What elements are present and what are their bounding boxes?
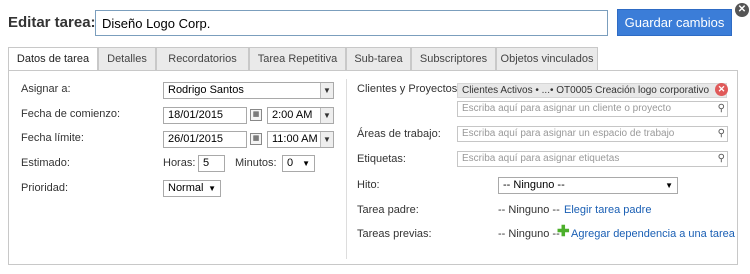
search-icon: ⚲: [717, 103, 725, 114]
client-project-placeholder: Escriba aquí para asignar un cliente o p…: [462, 103, 672, 114]
save-changes-button[interactable]: Guardar cambios: [617, 9, 732, 36]
start-time-value: 2:00 AM: [272, 109, 313, 121]
tab-detalles[interactable]: Detalles: [98, 47, 156, 71]
estimate-label: Estimado:: [21, 157, 70, 169]
tab-recordatorios[interactable]: Recordatorios: [156, 47, 249, 71]
milestone-label: Hito:: [357, 179, 380, 191]
add-icon[interactable]: ✚: [557, 224, 570, 239]
milestone-value: -- Ninguno --: [503, 179, 565, 191]
priority-select[interactable]: Normal ▼: [163, 180, 221, 197]
minutes-label: Minutos:: [235, 157, 277, 169]
client-project-search-input[interactable]: Escriba aquí para asignar un cliente o p…: [457, 101, 728, 117]
work-area-search-input[interactable]: Escriba aquí para asignar un espacio de …: [457, 126, 728, 142]
start-date-input[interactable]: 18/01/2015: [163, 107, 247, 124]
due-time-value: 11:00 AM: [272, 133, 318, 145]
parent-task-label: Tarea padre:: [357, 204, 419, 216]
calendar-icon[interactable]: ▦: [250, 109, 262, 121]
minutes-select[interactable]: 0 ▼: [282, 155, 315, 172]
chevron-down-icon: ▼: [302, 159, 310, 168]
calendar-icon[interactable]: ▦: [250, 133, 262, 145]
chevron-down-icon: ▼: [320, 83, 333, 98]
chevron-down-icon: ▼: [208, 184, 216, 193]
chevron-down-icon: ▼: [320, 132, 333, 147]
chevron-down-icon: ▼: [665, 181, 673, 190]
priority-label: Prioridad:: [21, 182, 69, 194]
due-time-select[interactable]: 11:00 AM ▼: [267, 131, 334, 148]
tab-objetos-vinculados[interactable]: Objetos vinculados: [496, 47, 598, 71]
add-dependency-link[interactable]: Agregar dependencia a una tarea: [571, 228, 735, 240]
due-date-input[interactable]: 26/01/2015: [163, 131, 247, 148]
tags-search-input[interactable]: Escriba aquí para asignar etiquetas ⚲: [457, 151, 728, 167]
priority-value: Normal: [168, 182, 204, 194]
assignee-value: Rodrigo Santos: [168, 84, 244, 96]
work-areas-label: Áreas de trabajo:: [357, 128, 441, 140]
choose-parent-task-link[interactable]: Elegir tarea padre: [564, 204, 651, 216]
start-time-select[interactable]: 2:00 AM ▼: [267, 107, 334, 124]
tags-placeholder: Escriba aquí para asignar etiquetas: [462, 153, 620, 164]
column-divider: [346, 79, 347, 259]
task-title-input[interactable]: Diseño Logo Corp.: [95, 10, 608, 36]
tab-datos-de-tarea[interactable]: Datos de tarea: [8, 47, 98, 72]
tab-sub-tarea[interactable]: Sub-tarea: [346, 47, 411, 71]
minutes-value: 0: [287, 157, 294, 169]
tab-tarea-repetitiva[interactable]: Tarea Repetitiva: [249, 47, 346, 71]
hours-label: Horas:: [163, 157, 196, 169]
chevron-down-icon: ▼: [320, 108, 333, 123]
assign-label: Asignar a:: [21, 83, 71, 95]
previous-tasks-value: -- Ninguno --: [498, 228, 560, 240]
assignee-select[interactable]: Rodrigo Santos ▼: [163, 82, 334, 99]
start-date-label: Fecha de comienzo:: [21, 108, 121, 120]
task-title-label: Editar tarea:: [8, 14, 96, 31]
tab-subscriptores[interactable]: Subscriptores: [411, 47, 496, 71]
milestone-select[interactable]: -- Ninguno -- ▼: [498, 177, 678, 194]
remove-chip-icon[interactable]: ✕: [715, 83, 728, 96]
hours-input[interactable]: 5: [198, 155, 225, 172]
tags-label: Etiquetas:: [357, 153, 406, 165]
work-area-placeholder: Escriba aquí para asignar un espacio de …: [462, 128, 675, 139]
due-date-label: Fecha límite:: [21, 132, 84, 144]
task-data-panel: Asignar a: Rodrigo Santos ▼ Fecha de com…: [8, 70, 738, 265]
parent-task-value: -- Ninguno --: [498, 204, 560, 216]
title-row: Editar tarea: Diseño Logo Corp. Guardar …: [0, 0, 750, 44]
search-icon: ⚲: [717, 128, 725, 139]
search-icon: ⚲: [717, 153, 725, 164]
client-project-chip: Clientes Activos • ...• OT0005 Creación …: [457, 83, 727, 98]
clients-projects-label: Clientes y Proyectos:: [357, 83, 461, 95]
previous-tasks-label: Tareas previas:: [357, 228, 432, 240]
